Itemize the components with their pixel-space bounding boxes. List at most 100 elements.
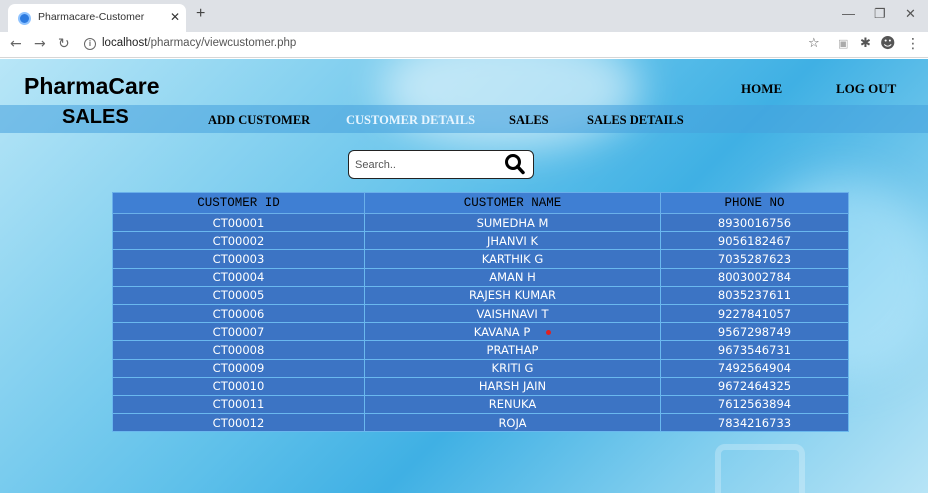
cell-phone-no-text: 8003002784	[717, 270, 792, 285]
cell-phone-no-text: 9672464325	[717, 379, 792, 394]
cell-phone-no: 9672464325	[660, 376, 849, 396]
menu-kebab-icon[interactable]: ⋮	[906, 36, 920, 52]
table-row: CT00007 KAVANA P 9567298749	[112, 322, 849, 342]
forward-icon[interactable]: →	[34, 36, 46, 52]
cell-customer-name-text: KRITI G	[491, 361, 534, 376]
cell-customer-name-text: ROJA	[498, 415, 527, 430]
info-icon[interactable]: i	[84, 38, 96, 50]
cell-customer-id: CT00012	[112, 413, 365, 433]
cell-customer-name: KRITI G	[364, 358, 661, 378]
menu-sales-details[interactable]: SALES DETAILS	[587, 113, 684, 128]
cell-customer-id-text: CT00005	[212, 288, 265, 303]
cell-customer-name: SUMEDHA M	[364, 212, 661, 233]
cell-customer-name-text: AMAN H	[489, 270, 536, 285]
minimize-icon[interactable]: —	[842, 6, 855, 21]
table-row: CT00004 AMAN H 8003002784	[112, 267, 849, 287]
cell-phone-no: 8003002784	[660, 267, 849, 287]
browser-tab[interactable]: Pharmacare-Customer ✕	[8, 4, 186, 32]
cell-customer-id: CT00002	[112, 231, 365, 251]
table-header-row: CUSTOMER ID CUSTOMER NAME PHONE NO	[112, 192, 849, 214]
tab-title: Pharmacare-Customer	[38, 11, 145, 23]
background-glow	[380, 59, 640, 149]
cell-customer-name: VAISHNAVI T	[364, 303, 661, 324]
table-body: CT00001 SUMEDHA M 8930016756 CT00002 JHANVI …	[112, 212, 849, 433]
cell-phone-no: 8035237611	[660, 285, 849, 305]
cell-customer-id-text: CT00009	[212, 361, 265, 376]
sales-menu-bar: SALES ADD CUSTOMER CUSTOMER DETAILS SALE…	[0, 105, 928, 133]
puzzle-extensions-icon[interactable]: ✱	[860, 36, 871, 51]
home-link[interactable]: HOME	[741, 81, 782, 97]
table-row: CT00011 RENUKA 7612563894	[112, 394, 849, 415]
cell-customer-name-text: KARTHIK G	[481, 251, 544, 266]
cell-customer-name: JHANVI K	[364, 231, 661, 251]
menu-sales[interactable]: SALES	[509, 113, 549, 128]
cell-phone-no: 9227841057	[660, 303, 849, 324]
page-content: PharmaCare HOME LOG OUT SALES ADD CUSTOM…	[0, 59, 928, 493]
cell-phone-no: 8930016756	[660, 212, 849, 233]
cell-customer-name: RAJESH KUMAR	[364, 285, 661, 305]
cell-phone-no: 9567298749	[660, 322, 849, 342]
cell-customer-id: CT00006	[112, 303, 365, 324]
cell-customer-name-text: RENUKA	[488, 397, 537, 412]
cell-customer-name-text: JHANVI K	[487, 233, 538, 248]
cell-customer-id-text: CT00012	[212, 415, 265, 430]
cell-customer-name: KAVANA P	[364, 322, 661, 342]
url-field[interactable]: i localhost/pharmacy/viewcustomer.php	[78, 35, 838, 55]
cell-phone-no: 9056182467	[660, 231, 849, 251]
logout-link[interactable]: LOG OUT	[836, 81, 896, 97]
cell-customer-id: CT00011	[112, 394, 365, 415]
cell-phone-no-text: 7834216733	[717, 415, 792, 430]
restore-icon[interactable]: ❐	[874, 6, 886, 22]
cell-customer-id-text: CT00001	[212, 215, 265, 230]
cell-customer-id: CT00001	[112, 212, 365, 233]
cell-phone-no-text: 7035287623	[717, 251, 792, 266]
menu-customer-details[interactable]: CUSTOMER DETAILS	[346, 113, 475, 128]
reload-icon[interactable]: ↻	[58, 36, 70, 52]
url-host: localhost	[102, 37, 148, 49]
browser-tab-bar: Pharmacare-Customer ✕ + — ❐ ✕	[0, 0, 928, 32]
back-icon[interactable]: ←	[10, 36, 22, 52]
window-close-icon[interactable]: ✕	[905, 6, 916, 22]
cell-phone-no: 7492564904	[660, 358, 849, 378]
cell-customer-id: CT00008	[112, 340, 365, 360]
cell-customer-id: CT00010	[112, 376, 365, 396]
cell-customer-id-text: CT00011	[212, 397, 265, 412]
profile-icon[interactable]: ☻	[880, 34, 896, 52]
cell-customer-id-text: CT00004	[212, 270, 265, 285]
cell-phone-no-text: 9056182467	[717, 233, 792, 248]
cursor-dot-marker	[546, 329, 552, 335]
address-bar: ← → ↻ i localhost/pharmacy/viewcustomer.…	[0, 32, 928, 58]
cell-customer-id: CT00003	[112, 249, 365, 269]
url-path: /pharmacy/viewcustomer.php	[147, 37, 297, 49]
column-header-customer-name: CUSTOMER NAME	[364, 192, 661, 214]
cell-customer-id-text: CT00002	[212, 233, 265, 248]
cell-phone-no-text: 8035237611	[717, 288, 792, 303]
section-title: SALES	[62, 106, 129, 128]
cell-customer-name-text: VAISHNAVI T	[476, 306, 549, 321]
bookmark-star-icon[interactable]: ☆	[808, 36, 820, 51]
extension-icon[interactable]: ▣	[838, 37, 848, 50]
cell-phone-no: 7035287623	[660, 249, 849, 269]
cell-customer-id: CT00004	[112, 267, 365, 287]
cell-customer-name-text: KAVANA P	[473, 324, 531, 339]
cell-customer-name: KARTHIK G	[364, 249, 661, 269]
background-cross-shape-lower	[715, 444, 805, 493]
cell-phone-no-text: 8930016756	[717, 215, 792, 230]
search-input[interactable]	[355, 155, 495, 175]
search-box	[348, 150, 534, 179]
table-row: CT00010 HARSH JAIN 9672464325	[112, 376, 849, 396]
cell-customer-name: HARSH JAIN	[364, 376, 661, 396]
cell-phone-no: 9673546731	[660, 340, 849, 360]
tab-close-icon[interactable]: ✕	[170, 10, 180, 24]
cell-phone-no-text: 9567298749	[717, 324, 792, 339]
cell-phone-no-text: 9673546731	[717, 342, 792, 357]
search-icon[interactable]	[503, 153, 527, 175]
table-row: CT00005 RAJESH KUMAR 8035237611	[112, 285, 849, 305]
table-row: CT00006 VAISHNAVI T 9227841057	[112, 303, 849, 324]
new-tab-icon[interactable]: +	[196, 5, 205, 23]
menu-add-customer[interactable]: ADD CUSTOMER	[208, 113, 310, 128]
cell-customer-name: AMAN H	[364, 267, 661, 287]
column-header-customer-id: CUSTOMER ID	[112, 192, 365, 214]
cell-customer-name: PRATHAP	[364, 340, 661, 360]
cell-customer-id-text: CT00006	[212, 306, 265, 321]
